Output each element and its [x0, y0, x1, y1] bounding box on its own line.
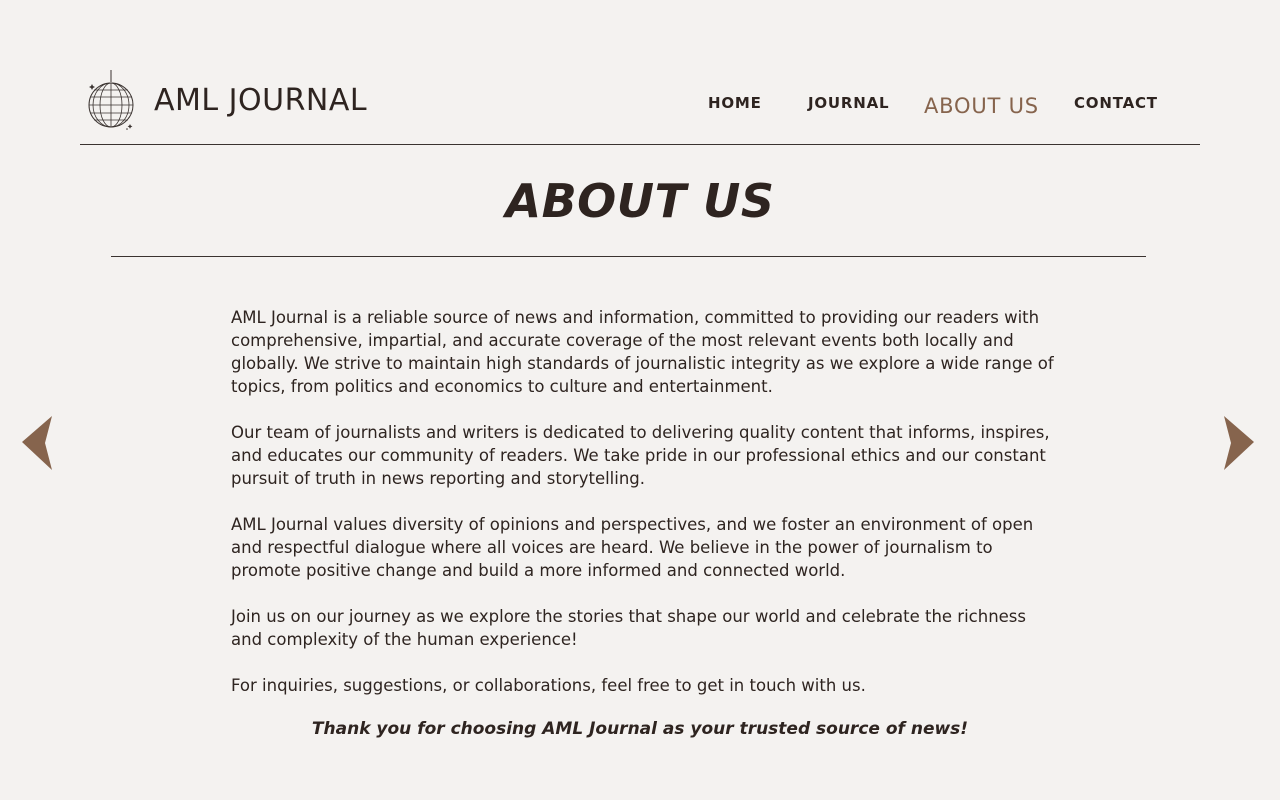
main-nav: HOME JOURNAL ABOUT US CONTACT — [0, 0, 1280, 140]
nav-about-us[interactable]: ABOUT US — [924, 94, 1039, 118]
paragraph-team: Our team of journalists and writers is d… — [231, 423, 1050, 488]
previous-page-button[interactable] — [22, 416, 52, 472]
next-page-button[interactable] — [1224, 416, 1254, 472]
arrow-right-icon — [1224, 416, 1254, 470]
nav-contact[interactable]: CONTACT — [1074, 94, 1158, 112]
paragraph-values: AML Journal values diversity of opinions… — [231, 515, 1034, 580]
page-title: ABOUT US — [505, 174, 775, 228]
title-divider — [111, 256, 1146, 257]
paragraph-intro: AML Journal is a reliable source of news… — [231, 308, 1054, 396]
header-divider — [80, 144, 1200, 145]
closing-statement: Thank you for choosing AML Journal as yo… — [311, 719, 969, 739]
nav-journal[interactable]: JOURNAL — [808, 94, 889, 112]
page: AML JOURNAL HOME JOURNAL ABOUT US CONTAC… — [0, 0, 1280, 800]
paragraph-journey: Join us on our journey as we explore the… — [231, 607, 1027, 649]
paragraph-contact: For inquiries, suggestions, or collabora… — [231, 676, 866, 695]
about-content: AML Journal is a reliable source of news… — [231, 306, 1061, 720]
arrow-left-icon — [22, 416, 52, 470]
nav-home[interactable]: HOME — [708, 94, 762, 112]
